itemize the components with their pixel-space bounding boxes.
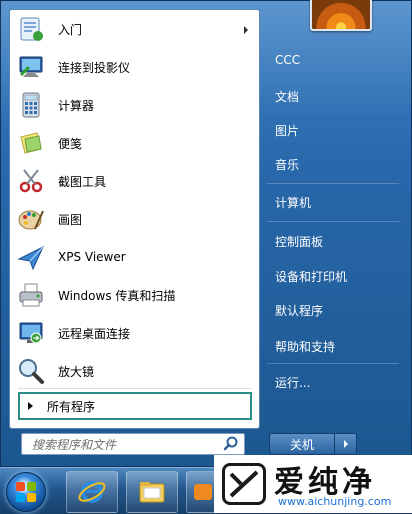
windows-logo-blue [16, 493, 25, 502]
shutdown-button[interactable]: 关机 [269, 433, 335, 455]
programs-panel: 入门 连接到投影仪 计算器 便笺 截图工具 画图 XPS Viewer Wind… [9, 9, 260, 429]
right-item-label: 图片 [275, 123, 300, 138]
watermark-url: www.aichunjing.com [278, 495, 392, 508]
program-label: 计算器 [58, 98, 95, 113]
submenu-arrow-icon[interactable] [244, 26, 248, 34]
magnifier-icon [16, 356, 46, 386]
right-item-label: 设备和打印机 [275, 269, 348, 284]
divider [267, 363, 399, 364]
program-remote-desktop[interactable]: 远程桌面连接 [16, 316, 254, 350]
program-label: 入门 [58, 22, 83, 37]
search-input[interactable]: 搜索程序和文件 [21, 433, 245, 455]
start-menu: 入门 连接到投影仪 计算器 便笺 截图工具 画图 XPS Viewer Wind… [0, 0, 412, 467]
program-snipping-tool[interactable]: 截图工具 [16, 164, 254, 198]
shutdown-options-button[interactable] [335, 433, 357, 455]
paint-icon [16, 204, 46, 234]
program-connect-projector[interactable]: 连接到投影仪 [16, 50, 254, 84]
right-item-label: 默认程序 [275, 303, 324, 318]
projector-icon [16, 52, 46, 82]
fax-scan-icon [16, 280, 46, 310]
right-item-music[interactable]: 音乐 [267, 149, 397, 179]
program-label: 放大镜 [58, 364, 95, 379]
right-item-documents[interactable]: 文档 [267, 81, 397, 111]
getting-started-icon [16, 14, 46, 44]
sticky-notes-icon [16, 128, 46, 158]
right-item-label: 运行... [275, 375, 311, 390]
windows-logo-green [27, 482, 36, 491]
xps-viewer-icon [16, 242, 46, 272]
calculator-icon [16, 90, 46, 120]
start-orb[interactable] [6, 472, 46, 512]
divider [18, 388, 252, 389]
program-label: 截图工具 [58, 174, 107, 189]
right-item-run[interactable]: 运行... [267, 367, 397, 397]
program-label: 画图 [58, 212, 83, 227]
right-item-devices-printers[interactable]: 设备和打印机 [267, 261, 397, 291]
taskbar-internet-explorer[interactable] [66, 471, 118, 513]
right-item-pictures[interactable]: 图片 [267, 115, 397, 145]
windows-logo-red [16, 482, 25, 491]
remote-desktop-icon [16, 318, 46, 348]
media-player-icon [194, 484, 212, 500]
watermark-logo-icon [222, 463, 266, 505]
program-fax-scan[interactable]: Windows 传真和扫描 [16, 278, 254, 312]
program-calculator[interactable]: 计算器 [16, 88, 254, 122]
right-item-user[interactable]: CCC [267, 45, 397, 75]
right-item-label: 音乐 [275, 157, 300, 172]
program-label: 远程桌面连接 [58, 326, 131, 341]
search-icon[interactable] [222, 435, 240, 453]
program-magnifier[interactable]: 放大镜 [16, 354, 254, 388]
program-getting-started[interactable]: 入门 [16, 12, 254, 46]
taskbar-file-explorer[interactable] [126, 471, 178, 513]
windows-logo-yellow [27, 493, 36, 502]
right-item-control-panel[interactable]: 控制面板 [267, 226, 397, 256]
search-placeholder: 搜索程序和文件 [32, 437, 117, 452]
shutdown-label: 关机 [289, 437, 314, 452]
right-item-label: CCC [275, 53, 301, 67]
all-programs-label: 所有程序 [47, 399, 96, 414]
right-item-label: 文档 [275, 89, 300, 104]
program-paint[interactable]: 画图 [16, 202, 254, 236]
right-item-label: 控制面板 [275, 234, 324, 249]
right-item-label: 帮助和支持 [275, 339, 336, 354]
right-item-default-programs[interactable]: 默认程序 [267, 295, 397, 325]
program-label: XPS Viewer [58, 250, 126, 264]
program-xps-viewer[interactable]: XPS Viewer [16, 240, 254, 274]
program-label: 便笺 [58, 136, 83, 151]
internet-explorer-icon [78, 481, 106, 503]
user-avatar[interactable] [310, 0, 372, 31]
divider [267, 221, 399, 222]
right-item-computer[interactable]: 计算机 [267, 187, 397, 217]
program-sticky-notes[interactable]: 便笺 [16, 126, 254, 160]
program-label: Windows 传真和扫描 [58, 288, 176, 303]
right-item-help-support[interactable]: 帮助和支持 [267, 331, 397, 361]
watermark: 爱纯净 www.aichunjing.com [214, 455, 412, 513]
snipping-tool-icon [16, 166, 46, 196]
all-programs-button[interactable]: 所有程序 [18, 392, 252, 420]
divider [267, 183, 399, 184]
file-explorer-icon [139, 482, 165, 503]
expand-arrow-icon [28, 402, 33, 410]
right-item-label: 计算机 [275, 195, 312, 210]
program-label: 连接到投影仪 [58, 60, 131, 75]
